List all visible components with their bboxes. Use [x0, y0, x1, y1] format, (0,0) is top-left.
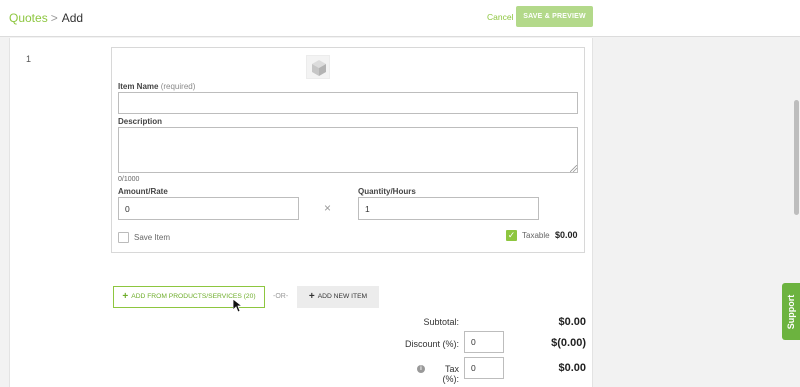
breadcrumb-separator: >	[50, 11, 58, 25]
plus-icon: +	[308, 291, 315, 302]
resize-handle-icon[interactable]	[570, 165, 577, 172]
breadcrumb: Quotes > Add	[9, 11, 83, 25]
discount-value: $(0.00)	[551, 337, 586, 349]
tax-input[interactable]: 0	[464, 357, 504, 379]
support-tab[interactable]: Support	[782, 283, 800, 340]
save-item-checkbox[interactable]	[118, 232, 129, 243]
cancel-link[interactable]: Cancel	[487, 12, 513, 22]
info-icon[interactable]: i	[417, 365, 425, 373]
tax-label: Tax (%):	[442, 364, 460, 384]
save-preview-button[interactable]: SAVE & PREVIEW	[516, 6, 593, 27]
box-icon[interactable]	[306, 55, 330, 79]
description-label: Description	[118, 117, 163, 126]
description-textarea[interactable]	[118, 127, 578, 173]
amount-rate-label: Amount/Rate	[118, 187, 168, 196]
breadcrumb-quotes-link[interactable]: Quotes	[9, 11, 48, 25]
item-name-label-text: Item Name	[118, 82, 159, 91]
taxable-checkbox[interactable]: ✓	[506, 230, 517, 241]
tax-value: $0.00	[558, 362, 586, 374]
add-new-item-label: ADD NEW ITEM	[317, 293, 368, 300]
line-item-number: 1	[26, 54, 32, 64]
required-hint: (required)	[160, 82, 196, 91]
item-name-input[interactable]	[118, 92, 578, 114]
scrollbar-thumb[interactable]	[794, 100, 799, 215]
discount-input[interactable]: 0	[464, 331, 504, 353]
subtotal-value: $0.00	[558, 316, 586, 328]
multiply-icon: ×	[324, 201, 332, 215]
line-total-amount: $0.00	[555, 230, 578, 240]
subtotal-label: Subtotal:	[423, 317, 459, 327]
taxable-label[interactable]: Taxable	[522, 231, 550, 240]
amount-rate-input[interactable]: 0	[118, 197, 299, 220]
or-separator: -OR-	[273, 293, 289, 300]
top-bar: Quotes > Add Cancel SAVE & PREVIEW	[0, 0, 800, 37]
discount-label: Discount (%):	[404, 339, 459, 349]
plus-icon: +	[122, 291, 129, 302]
item-name-label: Item Name (required)	[118, 82, 195, 91]
character-counter: 0/1000	[118, 176, 140, 183]
checkmark-icon: ✓	[507, 230, 516, 240]
save-item-label[interactable]: Save Item	[134, 233, 170, 242]
quantity-hours-input[interactable]: 1	[358, 197, 539, 220]
add-new-item-button[interactable]: + ADD NEW ITEM	[297, 286, 379, 308]
support-label: Support	[786, 294, 796, 329]
mouse-cursor-icon	[233, 299, 243, 313]
breadcrumb-current: Add	[61, 11, 84, 25]
quantity-hours-label: Quantity/Hours	[358, 187, 416, 196]
